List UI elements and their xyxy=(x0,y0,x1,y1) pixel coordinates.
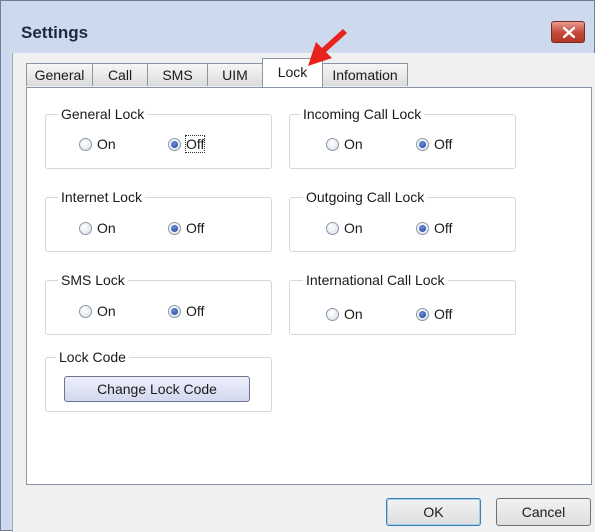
radio-unchecked-icon xyxy=(79,221,92,235)
general-lock-off-radio[interactable]: Off xyxy=(168,135,206,153)
outgoing-call-lock-title: Outgoing Call Lock xyxy=(303,189,428,205)
radio-label: On xyxy=(344,220,363,236)
tab-uim[interactable]: UIM xyxy=(207,63,263,86)
radio-label: On xyxy=(97,136,116,152)
incoming-call-lock-off-radio[interactable]: Off xyxy=(416,136,452,152)
radio-label: On xyxy=(97,303,116,319)
radio-checked-icon xyxy=(416,307,429,321)
sms-lock-group: SMS Lock On Off xyxy=(45,272,272,335)
radio-label: Off xyxy=(434,220,453,236)
tab-call[interactable]: Call xyxy=(92,63,148,86)
outgoing-call-lock-off-radio[interactable]: Off xyxy=(416,220,452,236)
incoming-call-lock-title: Incoming Call Lock xyxy=(300,106,425,122)
international-call-lock-on-radio[interactable]: On xyxy=(326,306,363,322)
international-call-lock-title: International Call Lock xyxy=(303,272,448,288)
incoming-call-lock-group: Incoming Call Lock On Off xyxy=(289,106,516,169)
outgoing-call-lock-on-radio[interactable]: On xyxy=(326,220,363,236)
lock-code-group: Lock Code Change Lock Code xyxy=(45,349,272,412)
radio-checked-icon xyxy=(168,137,181,151)
general-lock-title: General Lock xyxy=(58,106,148,122)
change-lock-code-button[interactable]: Change Lock Code xyxy=(64,376,250,402)
window-title: Settings xyxy=(21,23,89,42)
general-lock-group: General Lock On Off xyxy=(45,106,272,169)
close-icon xyxy=(563,27,575,38)
tab-uim-label: UIM xyxy=(222,67,248,83)
radio-label: Off xyxy=(434,136,453,152)
radio-unchecked-icon xyxy=(326,307,339,321)
radio-label: Off xyxy=(186,220,205,236)
radio-label: Off xyxy=(186,303,205,319)
ok-button[interactable]: OK xyxy=(386,498,481,526)
lock-tab-panel: General Lock On Off Incoming Call Lock O… xyxy=(26,87,592,485)
radio-label: On xyxy=(344,306,363,322)
tab-call-label: Call xyxy=(107,67,133,83)
sms-lock-title: SMS Lock xyxy=(58,272,128,288)
radio-unchecked-icon xyxy=(79,137,92,151)
internet-lock-on-radio[interactable]: On xyxy=(79,220,116,236)
sms-lock-off-radio[interactable]: Off xyxy=(168,303,204,319)
radio-label: On xyxy=(344,136,363,152)
radio-label: Off xyxy=(434,306,453,322)
radio-unchecked-icon xyxy=(326,137,339,151)
tab-general-label: General xyxy=(34,67,85,83)
international-call-lock-off-radio[interactable]: Off xyxy=(416,306,452,322)
tab-strip: General Call SMS UIM Lock Infomation xyxy=(1,58,501,88)
internet-lock-title: Internet Lock xyxy=(58,189,145,205)
settings-window: Settings General Call SMS UIM Lock Infom… xyxy=(0,0,595,532)
radio-checked-icon xyxy=(168,304,181,318)
tab-sms-label: SMS xyxy=(162,67,193,83)
radio-label: Off xyxy=(184,135,206,153)
close-button[interactable] xyxy=(551,21,585,43)
radio-checked-icon xyxy=(168,221,181,235)
radio-label: On xyxy=(97,220,116,236)
sms-lock-on-radio[interactable]: On xyxy=(79,303,116,319)
cancel-button[interactable]: Cancel xyxy=(496,498,591,526)
internet-lock-group: Internet Lock On Off xyxy=(45,189,272,252)
radio-unchecked-icon xyxy=(79,304,92,318)
radio-checked-icon xyxy=(416,221,429,235)
international-call-lock-group: International Call Lock On Off xyxy=(289,272,516,335)
tab-sms[interactable]: SMS xyxy=(147,63,208,86)
red-arrow-icon xyxy=(308,29,347,66)
outgoing-call-lock-group: Outgoing Call Lock On Off xyxy=(289,189,516,252)
internet-lock-off-radio[interactable]: Off xyxy=(168,220,204,236)
general-lock-on-radio[interactable]: On xyxy=(79,136,116,152)
radio-unchecked-icon xyxy=(326,221,339,235)
lock-code-title: Lock Code xyxy=(56,349,129,365)
title-bar[interactable]: Settings xyxy=(1,1,595,51)
radio-checked-icon xyxy=(416,137,429,151)
incoming-call-lock-on-radio[interactable]: On xyxy=(326,136,363,152)
tab-general[interactable]: General xyxy=(26,63,93,86)
